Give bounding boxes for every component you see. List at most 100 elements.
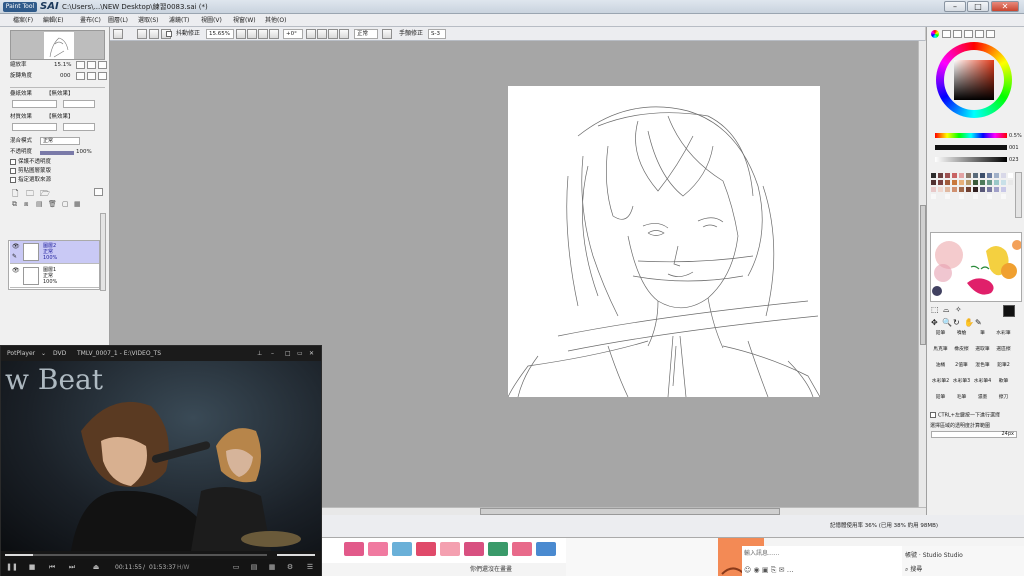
- pp-minimize-icon[interactable]: –: [271, 346, 274, 361]
- sticker-thumb[interactable]: [488, 542, 508, 556]
- decoder-badge[interactable]: H/W: [177, 559, 189, 576]
- playlist-icon[interactable]: ▦: [265, 559, 279, 576]
- angle-field[interactable]: +0°: [283, 29, 303, 39]
- material-texture-select[interactable]: 【無效果】: [46, 113, 74, 122]
- color-swatch[interactable]: [979, 193, 986, 200]
- color-swatch[interactable]: [986, 186, 993, 193]
- menu-icon[interactable]: ☰: [303, 559, 317, 576]
- color-swatches[interactable]: [930, 172, 1014, 218]
- color-swatch[interactable]: [937, 193, 944, 200]
- horizontal-scroll-thumb[interactable]: [480, 508, 780, 515]
- rotate-ccw-button[interactable]: [306, 29, 316, 39]
- color-swatch[interactable]: [930, 193, 937, 200]
- move-icon[interactable]: ✥: [931, 318, 938, 327]
- color-swatch[interactable]: [965, 172, 972, 179]
- select-all-button[interactable]: [113, 29, 123, 39]
- rotate-reset-toolbar-button[interactable]: [328, 29, 338, 39]
- sticker-thumb[interactable]: [344, 542, 364, 556]
- layer-item[interactable]: 👁 圖層1 正常 100%: [10, 265, 99, 288]
- color-swatch[interactable]: [951, 193, 958, 200]
- stop-icon[interactable]: ■: [25, 559, 39, 576]
- next-icon[interactable]: ⏭: [65, 559, 79, 576]
- menu-chevron-icon[interactable]: ⌄: [41, 346, 46, 361]
- zoom-out-button[interactable]: [76, 61, 85, 69]
- opacity-slider[interactable]: [40, 151, 74, 155]
- color-swatch[interactable]: [1000, 186, 1007, 193]
- swatch-tab-button[interactable]: [975, 30, 984, 38]
- protect-opacity-checkbox[interactable]: [10, 158, 16, 165]
- sticker-thumb[interactable]: [416, 542, 436, 556]
- color-swatch[interactable]: [1000, 179, 1007, 186]
- lock-layer-icon[interactable]: ▦: [74, 200, 81, 208]
- subtitle-icon[interactable]: ▤: [247, 559, 261, 576]
- color-swatch[interactable]: [965, 179, 972, 186]
- copy-layer-icon[interactable]: ⧉: [12, 200, 17, 209]
- stabilize-checkbox-box[interactable]: [166, 31, 172, 37]
- protect-opacity-row[interactable]: 保護不透明度: [10, 158, 108, 167]
- color-swatch[interactable]: [1000, 172, 1007, 179]
- drawing-canvas[interactable]: [507, 86, 821, 398]
- color-swatch[interactable]: [958, 172, 965, 179]
- rotate-icon[interactable]: ↻: [953, 318, 960, 327]
- saturation-slider[interactable]: [935, 145, 1007, 150]
- zoom-fit-button[interactable]: [258, 29, 268, 39]
- pin-icon[interactable]: ⊥: [257, 346, 262, 361]
- ctrl-hint-row[interactable]: CTRL+左鍵按一下進行選擇: [930, 412, 1022, 419]
- zoom-plus-button[interactable]: [247, 29, 257, 39]
- menu-view[interactable]: 視圖(V): [198, 14, 225, 27]
- color-swatch[interactable]: [937, 172, 944, 179]
- sticker-thumb[interactable]: [512, 542, 532, 556]
- pp-maximize-icon[interactable]: □: [285, 346, 291, 361]
- sticker-thumb[interactable]: [392, 542, 412, 556]
- view-mode-select[interactable]: 正常: [354, 29, 378, 39]
- layer-item[interactable]: 👁 ✎ 圖層2 正常 100%: [10, 241, 99, 264]
- volume-track[interactable]: [277, 554, 315, 556]
- color-swatch[interactable]: [979, 172, 986, 179]
- color-swatch[interactable]: [944, 172, 951, 179]
- paper-scale-field[interactable]: [12, 100, 57, 108]
- color-swatch[interactable]: [993, 193, 1000, 200]
- chat-input-placeholder[interactable]: 輸入訊息......: [744, 548, 779, 557]
- rotate-cw-button[interactable]: [317, 29, 327, 39]
- color-wheel-tab-icon[interactable]: [931, 30, 939, 38]
- sticker-thumb[interactable]: [464, 542, 484, 556]
- sticker-strip[interactable]: [320, 538, 566, 563]
- rotate-left-button[interactable]: [76, 72, 85, 80]
- menu-other[interactable]: 其他(O): [262, 14, 289, 27]
- menu-canvas[interactable]: 畫布(C): [77, 14, 104, 27]
- navigator-preview[interactable]: [10, 30, 105, 60]
- material-strength-field[interactable]: [63, 123, 95, 131]
- swatch-scrollbar[interactable]: [1015, 172, 1022, 218]
- color-swatch[interactable]: [993, 186, 1000, 193]
- color-swatch[interactable]: [1007, 186, 1014, 193]
- color-swatch[interactable]: [958, 193, 965, 200]
- zoom-in-button[interactable]: [87, 61, 96, 69]
- vertical-scrollbar[interactable]: [918, 41, 926, 507]
- stabilizer-select[interactable]: S-3: [428, 29, 446, 39]
- merge-layer-icon[interactable]: ⧈: [24, 200, 28, 209]
- color-swatch[interactable]: [958, 179, 965, 186]
- color-swatch[interactable]: [944, 186, 951, 193]
- color-swatch[interactable]: [1007, 179, 1014, 186]
- minimize-button[interactable]: –: [944, 1, 966, 12]
- tool-ink[interactable]: 濃墨: [972, 395, 993, 413]
- zoom-reset-button[interactable]: [98, 61, 107, 69]
- color-swatch[interactable]: [979, 186, 986, 193]
- color-swatch[interactable]: [972, 193, 979, 200]
- eye-icon[interactable]: 👁: [12, 267, 20, 274]
- previous-icon[interactable]: ⏮: [45, 559, 59, 576]
- color-swatch[interactable]: [965, 186, 972, 193]
- hand-icon[interactable]: ✋: [964, 318, 974, 327]
- color-swatch[interactable]: [972, 179, 979, 186]
- color-swatch[interactable]: [930, 179, 937, 186]
- color-swatch[interactable]: [1007, 193, 1014, 200]
- emoji-icon[interactable]: ☺: [744, 566, 751, 574]
- attach-icon[interactable]: ⎘: [771, 566, 777, 574]
- saturation-value-square[interactable]: [954, 60, 994, 100]
- delete-layer-icon[interactable]: 🗑: [48, 200, 57, 208]
- pause-icon[interactable]: ❚❚: [5, 559, 19, 576]
- color-swatch[interactable]: [944, 179, 951, 186]
- color-swatch[interactable]: [937, 179, 944, 186]
- flip-button[interactable]: [339, 29, 349, 39]
- eye-icon[interactable]: 👁: [12, 243, 20, 250]
